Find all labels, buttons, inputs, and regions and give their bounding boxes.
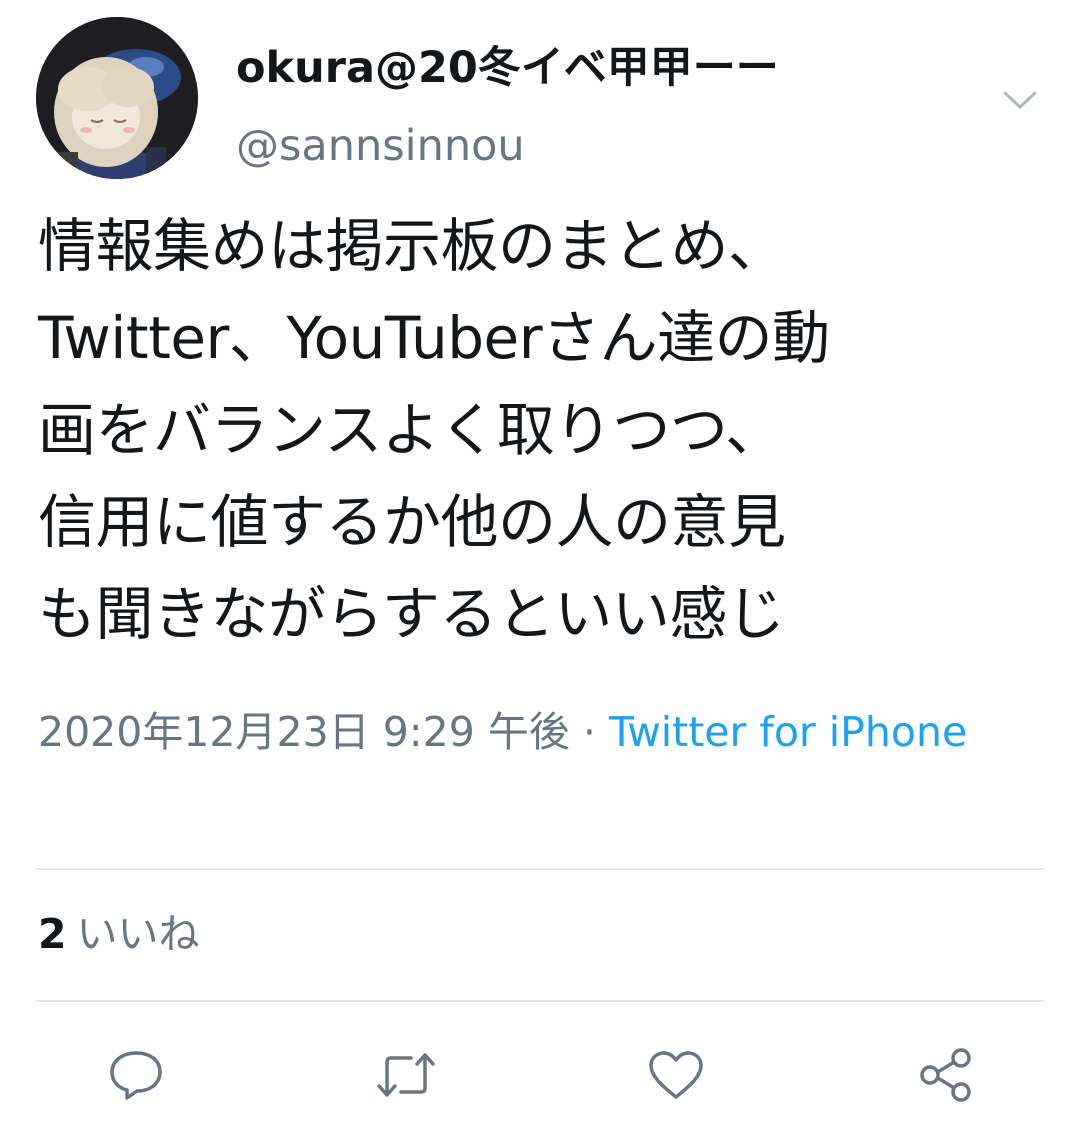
divider (36, 1000, 1044, 1002)
tweet-timestamp[interactable]: 2020年12月23日 9:29 午後 (38, 708, 570, 756)
likes-label: いいね (76, 910, 200, 958)
author-display-name[interactable]: okura@20冬イベ甲甲ーー (236, 40, 779, 96)
meta-separator: · (569, 708, 609, 756)
avatar[interactable] (36, 17, 198, 179)
avatar-figure-image (36, 17, 198, 179)
likes-count: 2 (38, 910, 67, 958)
reply-icon (110, 1051, 162, 1100)
share-button[interactable] (911, 1040, 981, 1110)
author-handle[interactable]: @sannsinnou (236, 118, 525, 174)
share-icon (920, 1048, 971, 1102)
chevron-down-icon (1003, 91, 1037, 109)
reply-button[interactable] (101, 1040, 171, 1110)
tweet-text-line: 画をバランスよく取りつつ、 (38, 396, 783, 464)
like-button[interactable] (641, 1040, 711, 1110)
likes-stat[interactable]: 2 いいね (38, 904, 200, 964)
tweet-text-line: 情報集めは掲示板のまとめ、 (38, 212, 786, 280)
tweet-meta: 2020年12月23日 9:29 午後 · Twitter for iPhone (38, 698, 1038, 766)
tweet-text-line: Twitter、YouTuberさん達の動 (38, 304, 830, 372)
tweet-text: 情報集めは掲示板のまとめ、 Twitter、YouTuberさん達の動 画をバラ… (38, 200, 1048, 660)
tweet-text-line: も聞きながらするといい感じ (38, 580, 785, 648)
tweet-text-line: 信用に値するか他の人の意見 (38, 488, 786, 556)
retweet-button[interactable] (371, 1040, 441, 1110)
divider (36, 868, 1044, 870)
heart-icon (649, 1051, 703, 1099)
tweet-source-link[interactable]: Twitter for iPhone (609, 708, 967, 756)
tweet-menu-button[interactable] (994, 80, 1046, 120)
retweet-icon (377, 1053, 435, 1097)
